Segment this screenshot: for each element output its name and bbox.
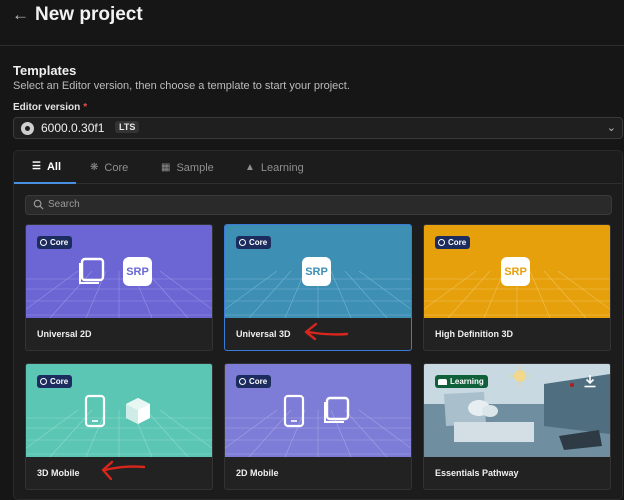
learning-icon: ▲ — [245, 162, 255, 173]
grid-floor — [26, 271, 212, 318]
chevron-down-icon: ⌄ — [606, 122, 616, 134]
square-icon — [324, 396, 350, 423]
search-placeholder: Search — [48, 199, 80, 210]
card-title: 2D Mobile — [236, 468, 279, 478]
card-thumbnail: Core SRP — [225, 225, 411, 318]
annotation-arrow-3d-mobile — [101, 460, 146, 481]
required-mark: * — [83, 102, 88, 113]
card-title: 3D Mobile — [37, 468, 80, 478]
card-title: Universal 2D — [37, 329, 92, 339]
tab-core[interactable]: ❋ Core — [90, 151, 128, 184]
learning-badge: Learning — [435, 375, 488, 388]
srp-icon: SRP — [123, 257, 152, 286]
search-input[interactable]: Search — [25, 195, 612, 215]
template-card-2d-mobile[interactable]: Core 2D Mobile — [224, 363, 412, 490]
templates-subtitle: Select an Editor version, then choose a … — [13, 80, 350, 92]
download-icon[interactable] — [583, 374, 597, 388]
card-thumbnail: Core — [26, 364, 212, 457]
core-icon — [40, 239, 47, 246]
core-badge: Core — [37, 236, 73, 249]
lts-badge: LTS — [115, 121, 140, 133]
srp-icon: SRP — [501, 257, 530, 286]
card-thumbnail: Learning — [424, 364, 610, 457]
list-icon: ☰ — [32, 161, 41, 172]
annotation-arrow-universal-3d — [304, 322, 349, 341]
core-icon — [40, 378, 47, 385]
templates-title: Templates — [13, 63, 77, 78]
core-badge: Core — [236, 236, 272, 249]
editor-version-value: 6000.0.30f1 — [41, 121, 105, 135]
arrow-left-icon[interactable]: ← — [12, 4, 34, 26]
grid-floor — [26, 410, 212, 457]
core-badge: Core — [435, 236, 471, 249]
card-title: Universal 3D — [236, 329, 291, 339]
editor-version-select[interactable]: 6000.0.30f1 LTS ⌄ — [13, 117, 623, 139]
template-card-universal-2d[interactable]: Core SRP Universal 2D — [25, 224, 213, 351]
card-thumbnail: Core — [225, 364, 411, 457]
tab-sample[interactable]: ▦ Sample — [161, 151, 214, 184]
core-icon — [239, 239, 246, 246]
card-thumbnail: Core SRP — [26, 225, 212, 318]
template-tabs: ☰ All ❋ Core ▦ Sample ▲ Learning — [14, 151, 622, 184]
cube-icon — [126, 398, 150, 424]
core-badge: Core — [236, 375, 272, 388]
sample-icon: ▦ — [161, 162, 171, 173]
tab-learning[interactable]: ▲ Learning — [245, 151, 304, 184]
phone-icon — [283, 394, 305, 428]
phone-icon — [84, 394, 106, 428]
core-badge: Core — [37, 375, 73, 388]
square-icon — [79, 257, 105, 284]
card-title: Essentials Pathway — [435, 468, 519, 478]
srp-icon: SRP — [302, 257, 331, 286]
tab-all[interactable]: ☰ All — [14, 151, 76, 184]
header: ← New project — [0, 0, 624, 46]
template-card-high-definition-3d[interactable]: Core SRP High Definition 3D — [423, 224, 611, 351]
graduation-cap-icon — [438, 378, 447, 385]
grid-floor — [225, 410, 411, 457]
page-title: New project — [35, 4, 143, 25]
core-icon — [438, 239, 445, 246]
card-title: High Definition 3D — [435, 329, 513, 339]
core-icon — [239, 378, 246, 385]
search-icon — [33, 199, 44, 210]
template-card-essentials-pathway[interactable]: Learning Essentials Pathway — [423, 363, 611, 490]
unity-icon — [21, 122, 34, 135]
editor-version-label: Editor version * — [13, 102, 88, 113]
core-icon: ❋ — [90, 162, 99, 173]
card-thumbnail: Core SRP — [424, 225, 610, 318]
